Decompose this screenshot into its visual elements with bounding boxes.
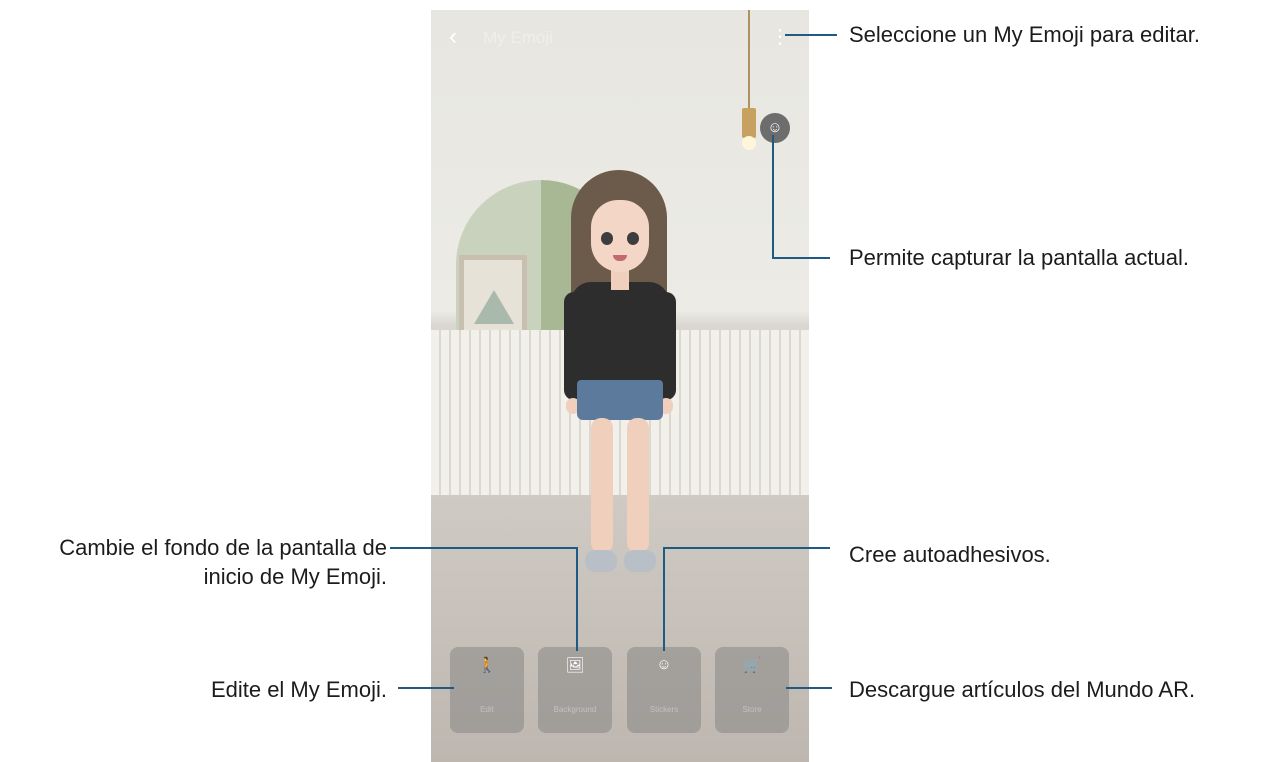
callout-edit: Edite el My Emoji. [210, 677, 387, 702]
callout-background-line2: inicio de My Emoji. [203, 564, 387, 589]
background-label: Background [553, 705, 597, 714]
callout-background-line1: Cambie el fondo de la pantalla de [59, 535, 387, 560]
callout-store: Descargue artículos del Mundo AR. [849, 677, 1196, 702]
callout-line-capture-vertical [772, 135, 774, 258]
callout-line-background-vertical [576, 547, 578, 651]
edit-button[interactable]: 🚶 Edit [450, 647, 524, 733]
callout-select-emoji: Seleccione un My Emoji para editar. [849, 22, 1200, 47]
stickers-label: Stickers [649, 705, 679, 714]
chevron-left-icon[interactable]: ‹ [449, 24, 471, 50]
callout-line-menu [785, 34, 837, 36]
image-icon: 🖼 [565, 657, 585, 674]
stickers-button[interactable]: ☺ Stickers [627, 647, 701, 733]
cart-icon: 🛒 [742, 657, 762, 674]
background-button[interactable]: 🖼 Background [538, 647, 612, 733]
person-icon: 🚶 [477, 657, 497, 674]
callout-line-stickers-vertical [663, 547, 665, 651]
lamp-bulb [742, 136, 756, 150]
callout-line-edit [398, 687, 454, 689]
callout-line-background [390, 547, 577, 549]
more-vert-icon[interactable]: ⋮ [770, 24, 790, 50]
store-button[interactable]: 🛒 Store [715, 647, 789, 733]
callout-capture: Permite capturar la pantalla actual. [849, 245, 1189, 270]
edit-label: Edit [480, 705, 494, 714]
callout-line-store [786, 687, 832, 689]
store-label: Store [742, 705, 762, 714]
sticker-icon: ☺ [656, 656, 672, 673]
phone-screen: ‹ My Emoji ⋮ ☺ 🚶 Edit 🖼 Background ☺ Sti… [431, 10, 809, 762]
top-bar: ‹ My Emoji ⋮ [431, 10, 809, 66]
page-title: My Emoji [483, 28, 553, 47]
face-capture-icon[interactable]: ☺ [760, 113, 790, 143]
lamp [742, 108, 756, 138]
callout-line-capture [772, 257, 830, 259]
callout-stickers: Cree autoadhesivos. [849, 542, 1051, 567]
callout-line-stickers [663, 547, 830, 549]
